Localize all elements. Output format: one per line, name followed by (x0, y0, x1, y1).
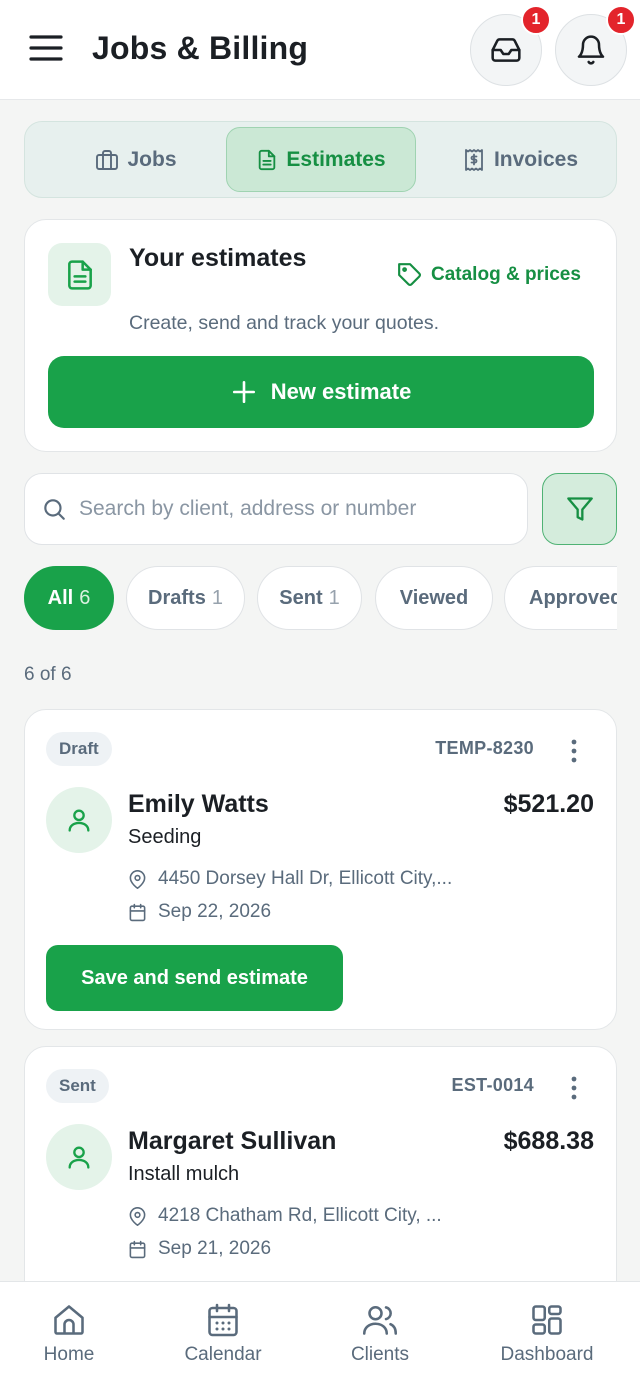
client-address: 4450 Dorsey Hall Dr, Ellicott City,... (128, 868, 452, 890)
new-estimate-label: New estimate (270, 379, 412, 404)
nav-dashboard[interactable]: Dashboard (492, 1302, 602, 1366)
save-and-send-button[interactable]: Save and send estimate (46, 945, 343, 1011)
estimate-number: TEMP-8230 (435, 738, 534, 758)
chip-label: Approved (529, 586, 617, 609)
estimates-subtitle: Create, send and track your quotes. (129, 312, 440, 334)
more-options-icon[interactable] (562, 737, 586, 765)
calendar-small-icon (128, 903, 147, 922)
app-header: Jobs & Billing 1 1 (0, 0, 640, 100)
service-name: Install mulch (128, 1163, 240, 1185)
user-icon (65, 806, 93, 834)
estimates-title: Your estimates (129, 244, 307, 272)
document-icon (256, 149, 278, 171)
billing-tabs: Jobs Estimates Invoices (24, 121, 617, 198)
dashboard-icon (529, 1302, 565, 1338)
page-title: Jobs & Billing (92, 30, 309, 66)
tab-jobs[interactable]: Jobs (41, 127, 231, 192)
nav-clients[interactable]: Clients (344, 1302, 416, 1366)
nav-label: Dashboard (500, 1344, 594, 1365)
user-icon (65, 1143, 93, 1171)
search-input[interactable] (79, 497, 527, 521)
chip-all[interactable]: All 6 (24, 566, 114, 630)
address-text: 4218 Chatham Rd, Ellicott City, ... (158, 1205, 442, 1226)
chip-label: Viewed (399, 586, 469, 609)
estimate-number: EST-0014 (451, 1075, 534, 1095)
chip-count: 1 (211, 586, 223, 609)
nav-home[interactable]: Home (38, 1302, 100, 1366)
calendar-small-icon (128, 1240, 147, 1259)
estimate-amount: $688.38 (503, 1127, 594, 1155)
notifications-badge: 1 (606, 5, 636, 35)
tab-invoices[interactable]: Invoices (430, 127, 610, 192)
inbox-badge: 1 (521, 5, 551, 35)
chip-label: All (47, 586, 74, 609)
tag-icon (397, 262, 423, 288)
search-icon (41, 496, 67, 522)
inbox-button[interactable]: 1 (470, 5, 551, 86)
bell-icon (575, 34, 607, 66)
client-address: 4218 Chatham Rd, Ellicott City, ... (128, 1205, 442, 1227)
bottom-navigation: Home Calendar Clients Dashboard (0, 1281, 640, 1385)
estimate-date: Sep 21, 2026 (128, 1238, 271, 1260)
date-text: Sep 22, 2026 (158, 901, 272, 922)
client-avatar (46, 787, 112, 853)
tab-label: Estimates (286, 147, 386, 171)
address-text: 4450 Dorsey Hall Dr, Ellicott City,... (158, 868, 453, 889)
estimates-summary-card: Your estimates Catalog & prices Create, … (24, 219, 617, 452)
filter-button[interactable] (542, 473, 617, 545)
client-name: Emily Watts (128, 790, 269, 818)
chip-count: 1 (328, 586, 340, 609)
users-icon (362, 1302, 398, 1338)
notifications-button[interactable]: 1 (555, 5, 636, 86)
hamburger-menu-icon[interactable] (28, 30, 64, 66)
estimate-document-icon (48, 243, 111, 306)
tab-estimates[interactable]: Estimates (226, 127, 416, 192)
tab-label: Invoices (493, 147, 579, 171)
chip-label: Drafts (148, 586, 206, 609)
search-box (24, 473, 528, 545)
map-pin-icon (128, 869, 147, 889)
estimate-date: Sep 22, 2026 (128, 901, 271, 923)
status-badge: Draft (46, 732, 112, 766)
filter-icon (566, 495, 594, 523)
status-badge: Sent (46, 1069, 109, 1103)
catalog-link-label: Catalog & prices (431, 264, 581, 285)
catalog-prices-link[interactable]: Catalog & prices (397, 262, 581, 288)
nav-calendar[interactable]: Calendar (178, 1302, 268, 1366)
chip-approved[interactable]: Approved (504, 566, 617, 630)
result-count: 6 of 6 (24, 664, 72, 685)
new-estimate-button[interactable]: New estimate (48, 356, 594, 428)
map-pin-icon (128, 1206, 147, 1226)
chip-label: Sent (279, 586, 323, 609)
tab-label: Jobs (127, 147, 177, 171)
chip-drafts[interactable]: Drafts 1 (126, 566, 245, 630)
chip-sent[interactable]: Sent 1 (257, 566, 362, 630)
nav-label: Home (43, 1344, 95, 1365)
nav-label: Calendar (184, 1344, 262, 1365)
briefcase-icon (95, 148, 119, 172)
plus-icon (231, 379, 257, 405)
estimate-amount: $521.20 (503, 790, 594, 818)
home-icon (51, 1302, 87, 1338)
nav-label: Clients (350, 1344, 410, 1365)
client-name: Margaret Sullivan (128, 1127, 337, 1155)
chip-viewed[interactable]: Viewed (375, 566, 493, 630)
date-text: Sep 21, 2026 (158, 1238, 272, 1259)
inbox-icon (490, 34, 522, 66)
chip-count: 6 (79, 586, 91, 609)
more-options-icon[interactable] (562, 1074, 586, 1102)
client-avatar (46, 1124, 112, 1190)
receipt-icon (462, 148, 486, 172)
service-name: Seeding (128, 826, 202, 848)
calendar-icon (205, 1302, 241, 1338)
status-filter-chips: All 6 Drafts 1 Sent 1 Viewed Approved (24, 566, 617, 632)
estimate-card[interactable]: Draft TEMP-8230 Emily Watts $521.20 Seed… (24, 709, 617, 1030)
